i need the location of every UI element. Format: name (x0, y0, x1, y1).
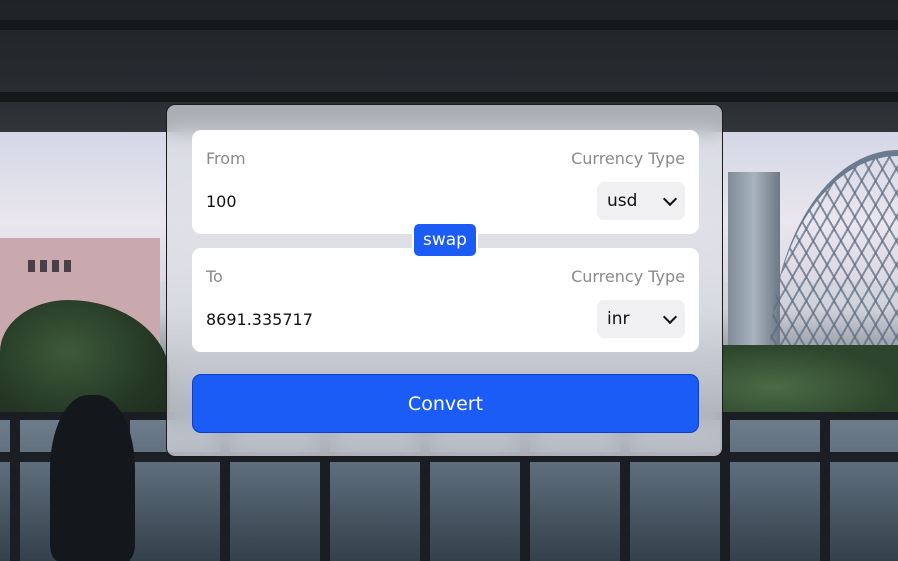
railing-post (820, 412, 830, 561)
from-currency-value: usd (607, 191, 638, 211)
beam-stripe (0, 92, 898, 102)
to-currency-value: inr (607, 309, 630, 329)
railing-post (10, 412, 20, 561)
trees-right (722, 345, 898, 415)
convert-button[interactable]: Convert (192, 374, 699, 433)
to-label: To (206, 267, 223, 286)
from-currency-type-label: Currency Type (571, 149, 685, 168)
beam-stripe (0, 20, 898, 30)
building-window (52, 260, 59, 272)
converter-card: From Currency Type usd To Currency Type … (166, 104, 723, 457)
from-label: From (206, 149, 246, 168)
building-window (40, 260, 47, 272)
to-amount-input[interactable] (206, 304, 506, 334)
chevron-down-icon (662, 191, 678, 206)
to-currency-select[interactable]: inr (597, 300, 685, 338)
from-currency-select[interactable]: usd (597, 182, 685, 220)
to-currency-type-label: Currency Type (571, 267, 685, 286)
person-silhouette (50, 395, 135, 561)
to-panel: To Currency Type inr (192, 248, 699, 352)
building-window (64, 260, 71, 272)
swap-button[interactable]: swap (412, 222, 478, 258)
chevron-down-icon (662, 309, 678, 324)
building-window (28, 260, 35, 272)
from-panel: From Currency Type usd (192, 130, 699, 234)
from-amount-input[interactable] (206, 186, 506, 216)
